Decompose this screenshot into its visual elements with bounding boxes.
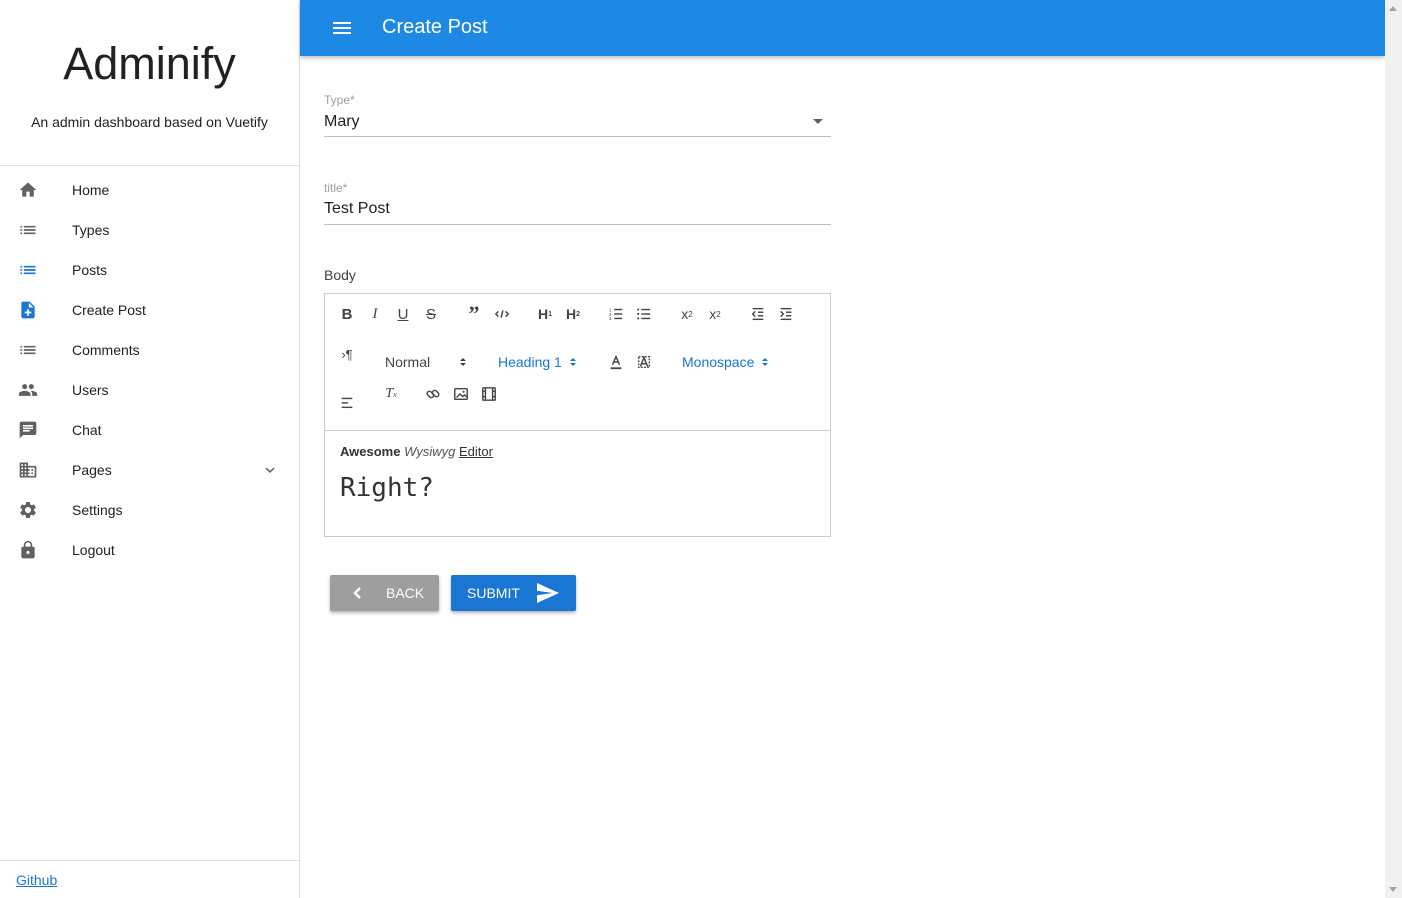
underline-text: Editor	[459, 444, 493, 459]
sidebar-item-types[interactable]: Types	[0, 210, 299, 250]
chevron-left-icon	[350, 585, 366, 601]
scroll-down-arrow-icon[interactable]	[1389, 887, 1397, 892]
gear-icon	[18, 500, 38, 520]
picker-arrows-icon	[460, 358, 467, 366]
picker-arrows-icon	[762, 358, 769, 366]
list-icon	[18, 260, 38, 280]
header-picker[interactable]: Normal	[385, 351, 467, 373]
sidebar-item-settings[interactable]: Settings	[0, 490, 299, 530]
back-button[interactable]: BACK	[330, 575, 439, 611]
header-1-icon[interactable]: H1	[534, 303, 556, 325]
sidebar-item-label: Posts	[72, 262, 108, 278]
blockquote-icon[interactable]: ”	[463, 301, 485, 326]
sidebar-item-logout[interactable]: Logout	[0, 530, 299, 570]
italic-icon[interactable]: I	[364, 303, 386, 325]
title-value[interactable]: Test Post	[324, 200, 390, 218]
brand-subtitle: An admin dashboard based on Vuetify	[31, 114, 268, 130]
brand-header: Adminify An admin dashboard based on Vue…	[0, 0, 299, 166]
menu-icon[interactable]	[330, 16, 354, 40]
superscript-icon[interactable]: x2	[704, 303, 726, 325]
size-picker[interactable]: Heading 1	[498, 351, 576, 373]
video-icon[interactable]	[478, 383, 500, 405]
clear-format-icon[interactable]: Tx	[380, 383, 402, 405]
title-label: title*	[324, 181, 348, 195]
submit-button-label: SUBMIT	[467, 585, 520, 601]
domain-icon	[18, 460, 38, 480]
sidebar-item-pages[interactable]: Pages	[0, 450, 299, 490]
size-picker-value: Heading 1	[498, 354, 562, 370]
sidebar-item-label: Pages	[72, 462, 112, 478]
link-icon[interactable]	[422, 383, 444, 405]
sidebar-item-label: Create Post	[72, 302, 146, 318]
list-icon	[18, 340, 38, 360]
font-picker-value: Monospace	[682, 354, 755, 370]
sidebar-item-label: Settings	[72, 502, 123, 518]
code-block-icon[interactable]	[491, 303, 513, 325]
editor-content[interactable]: Awesome Wysiwyg Editor Right?	[340, 444, 493, 503]
type-label: Type*	[324, 93, 355, 107]
title-input[interactable]: title* Test Post	[324, 180, 831, 225]
chat-icon	[18, 420, 38, 440]
scrollbar[interactable]	[1385, 0, 1402, 898]
home-icon	[18, 180, 38, 200]
sidebar: Adminify An admin dashboard based on Vue…	[0, 0, 300, 898]
back-button-label: BACK	[386, 585, 425, 601]
sidebar-item-label: Users	[72, 382, 109, 398]
ordered-list-icon[interactable]: 123	[605, 303, 627, 325]
sidebar-item-label: Home	[72, 182, 110, 198]
svg-text:3: 3	[609, 316, 612, 321]
sidebar-footer: Github	[0, 860, 300, 898]
app-root: Adminify An admin dashboard based on Vue…	[0, 0, 1402, 898]
body-label: Body	[324, 267, 356, 283]
sidebar-item-label: Comments	[72, 342, 140, 358]
sidebar-item-label: Logout	[72, 542, 115, 558]
chevron-down-icon[interactable]	[261, 461, 279, 479]
people-icon	[18, 380, 38, 400]
bullet-list-icon[interactable]	[633, 303, 655, 325]
underline-icon[interactable]: U	[392, 303, 414, 325]
header-picker-value: Normal	[385, 354, 431, 370]
sidebar-item-users[interactable]: Users	[0, 370, 299, 410]
sidebar-nav: Home Types Posts Create Post Comments Us…	[0, 166, 299, 570]
header-2-icon[interactable]: H2	[562, 303, 584, 325]
background-color-icon[interactable]	[633, 351, 655, 373]
app-toolbar: Create Post	[300, 0, 1385, 56]
sidebar-item-posts[interactable]: Posts	[0, 250, 299, 290]
page-title: Create Post	[382, 16, 488, 38]
text-direction-icon[interactable]: ›¶	[336, 343, 358, 365]
scroll-up-arrow-icon[interactable]	[1389, 6, 1397, 11]
picker-arrows-icon	[569, 358, 576, 366]
indent-icon[interactable]	[775, 303, 797, 325]
submit-button[interactable]: SUBMIT	[451, 575, 576, 611]
strike-icon[interactable]: S	[420, 303, 442, 325]
wysiwyg-editor: B I U S ” H1 H2 123 x2 x2 ›¶ Normal Head…	[324, 293, 831, 537]
editor-first-line: Awesome Wysiwyg Editor	[340, 444, 493, 459]
sidebar-item-label: Chat	[72, 422, 102, 438]
sidebar-item-chat[interactable]: Chat	[0, 410, 299, 450]
editor-toolbar: B I U S ” H1 H2 123 x2 x2 ›¶ Normal Head…	[325, 294, 830, 431]
type-select[interactable]: Type* Mary	[324, 92, 831, 137]
italic-text: Wysiwyg	[404, 444, 456, 459]
font-picker[interactable]: Monospace	[682, 351, 769, 373]
bold-icon[interactable]: B	[336, 303, 358, 325]
outdent-icon[interactable]	[747, 303, 769, 325]
brand-title: Adminify	[63, 38, 236, 89]
github-link[interactable]: Github	[16, 872, 57, 888]
sidebar-item-create-post[interactable]: Create Post	[0, 290, 299, 330]
dropdown-arrow-icon[interactable]	[813, 119, 823, 124]
bold-text: Awesome	[340, 444, 401, 459]
sidebar-item-home[interactable]: Home	[0, 170, 299, 210]
lock-icon	[18, 540, 38, 560]
sidebar-item-label: Types	[72, 222, 110, 238]
image-icon[interactable]	[450, 383, 472, 405]
sidebar-item-comments[interactable]: Comments	[0, 330, 299, 370]
list-icon	[18, 220, 38, 240]
subscript-icon[interactable]: x2	[676, 303, 698, 325]
type-value[interactable]: Mary	[324, 113, 360, 131]
send-icon	[536, 582, 560, 604]
text-color-icon[interactable]	[605, 351, 627, 373]
align-icon[interactable]	[336, 391, 358, 413]
monospace-text: Right?	[340, 473, 434, 503]
note-add-icon	[18, 300, 38, 320]
